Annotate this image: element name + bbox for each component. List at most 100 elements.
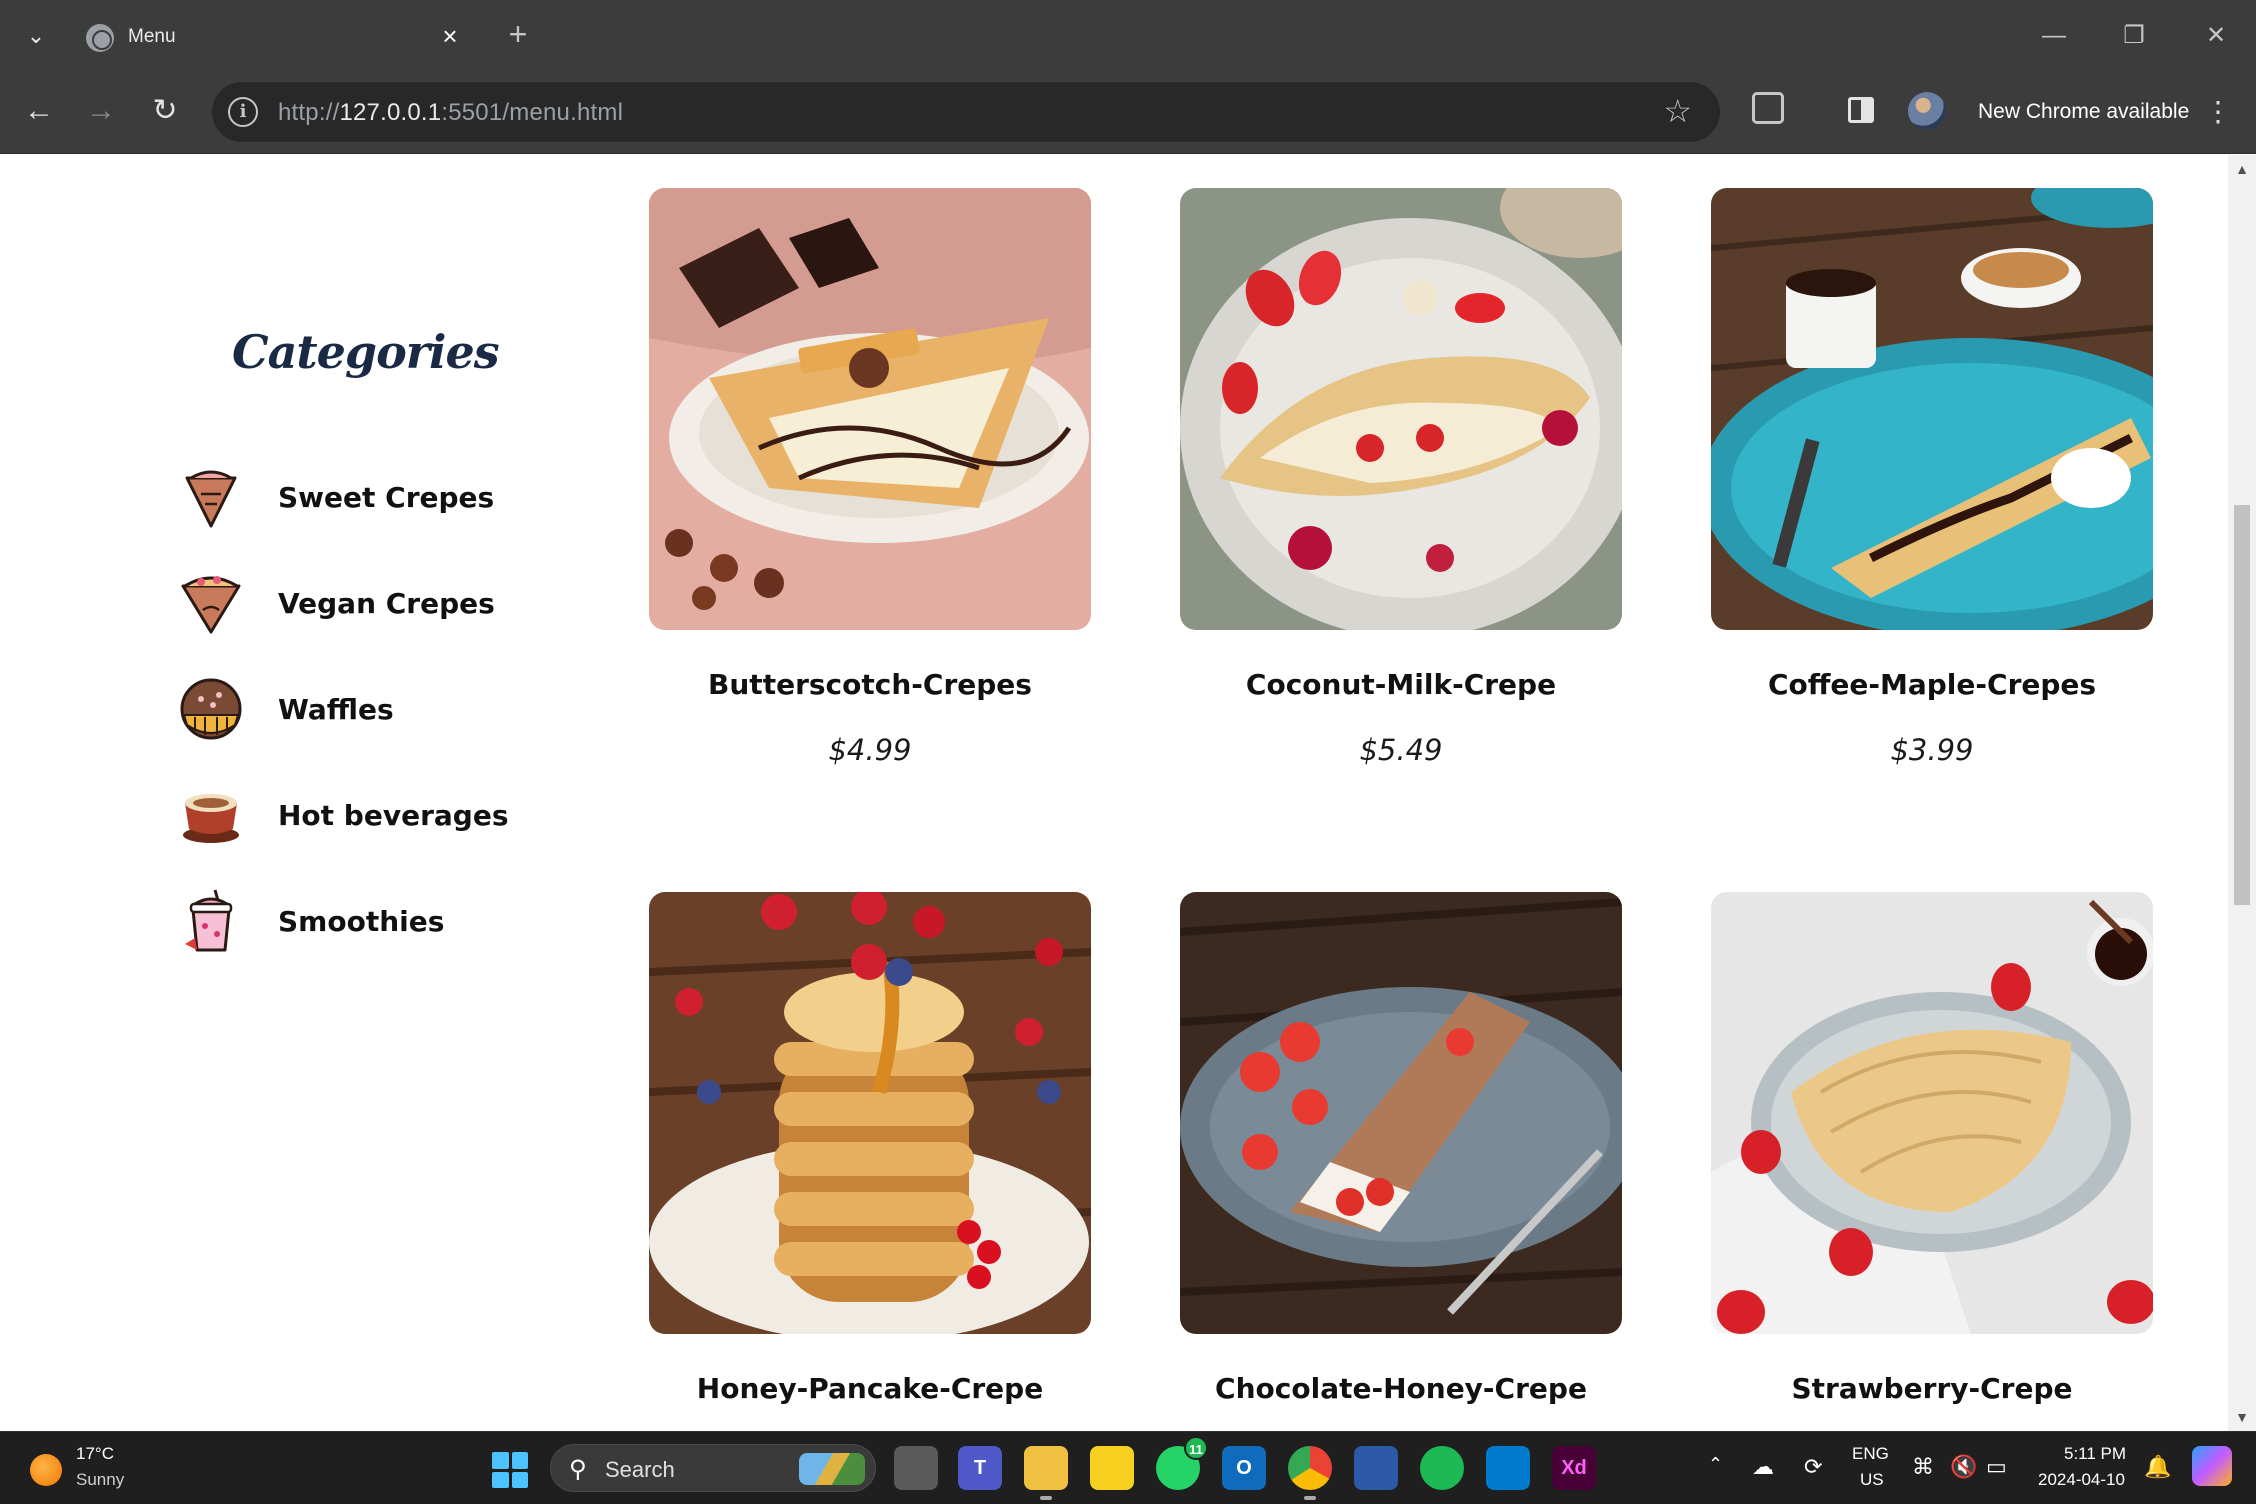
category-label: Vegan Crepes	[278, 586, 495, 620]
url-text[interactable]: http://127.0.0.1:5501/menu.html	[278, 99, 623, 127]
sync-icon[interactable]: ⟳	[1804, 1454, 1822, 1480]
weather-description[interactable]: Sunny	[76, 1470, 124, 1490]
task-view-icon[interactable]	[894, 1446, 938, 1490]
sun-weather-icon[interactable]	[30, 1454, 62, 1486]
copilot-icon[interactable]	[2192, 1446, 2232, 1486]
windows-start-icon[interactable]	[492, 1452, 528, 1488]
chrome-menu-icon[interactable]: ⋮	[2200, 90, 2236, 134]
reload-icon[interactable]: ↻	[142, 88, 188, 134]
vegan-crepe-icon	[178, 570, 244, 636]
show-hidden-icons-chevron-icon[interactable]: ⌃	[1708, 1454, 1723, 1475]
scroll-thumb[interactable]	[2234, 505, 2250, 905]
globe-icon	[86, 24, 114, 52]
tab-search-chevron-icon[interactable]: ⌄	[18, 18, 54, 54]
outlook-icon[interactable]: O	[1222, 1446, 1266, 1490]
clock-time[interactable]: 5:11 PM	[2064, 1444, 2126, 1464]
back-arrow-icon[interactable]: ←	[16, 88, 62, 134]
product-card[interactable]: Coffee-Maple-Crepes $3.99	[1711, 188, 2153, 767]
category-waffles[interactable]: Waffles	[178, 674, 394, 744]
side-panel-icon[interactable]	[1848, 97, 1874, 123]
menu-page: Categories Sweet Crepes Vegan Crepes Waf…	[0, 155, 2228, 1431]
category-vegan-crepes[interactable]: Vegan Crepes	[178, 568, 495, 638]
product-name: Coffee-Maple-Crepes	[1767, 668, 2097, 701]
page-scrollbar[interactable]: ▲ ▼	[2228, 155, 2256, 1431]
scroll-down-arrow-icon[interactable]: ▼	[2228, 1403, 2256, 1431]
category-hot-beverages[interactable]: Hot beverages	[178, 780, 508, 850]
browser-toolbar: ← → ↻ i http://127.0.0.1:5501/menu.html …	[0, 72, 2256, 154]
wifi-icon[interactable]: ⌘	[1912, 1454, 1934, 1480]
category-label: Sweet Crepes	[278, 480, 495, 514]
new-tab-plus-icon[interactable]: +	[500, 16, 536, 52]
spotify-icon[interactable]	[1420, 1446, 1464, 1490]
weather-temperature[interactable]: 17°C	[76, 1444, 114, 1464]
product-card[interactable]: Honey-Pancake-Crepe	[649, 892, 1091, 1405]
category-smoothies[interactable]: Smoothies	[178, 886, 444, 956]
tab-close-icon[interactable]: ×	[434, 20, 466, 52]
coffee-maple-crepes-image[interactable]	[1711, 188, 2153, 630]
coffee-cup-icon	[178, 782, 244, 848]
product-name: Coconut-Milk-Crepe	[1245, 668, 1557, 701]
category-label: Smoothies	[278, 904, 445, 938]
clock-date[interactable]: 2024-04-10	[2038, 1470, 2125, 1490]
chrome-icon[interactable]	[1288, 1446, 1332, 1500]
language-indicator-top[interactable]: ENG	[1852, 1444, 1889, 1464]
battery-icon[interactable]: ▭	[1986, 1454, 2007, 1480]
windows-taskbar: 17°C Sunny ⚲ Search T 11 O Xd ⌃ ☁ ⟳ ENG …	[0, 1431, 2256, 1504]
whatsapp-icon[interactable]: 11	[1156, 1436, 1208, 1490]
product-name: Butterscotch-Crepes	[708, 668, 1032, 701]
product-name: Honey-Pancake-Crepe	[696, 1372, 1044, 1405]
chocolate-honey-crepe-image[interactable]	[1180, 892, 1622, 1334]
running-indicator	[1040, 1496, 1052, 1500]
virtualbox-icon[interactable]	[1354, 1446, 1398, 1490]
product-card[interactable]: Chocolate-Honey-Crepe	[1180, 892, 1622, 1405]
crepe-icon	[178, 464, 244, 530]
running-indicator	[1304, 1496, 1316, 1500]
file-explorer-icon[interactable]	[1024, 1446, 1068, 1500]
category-sweet-crepes[interactable]: Sweet Crepes	[178, 462, 494, 532]
product-card[interactable]: Strawberry-Crepe	[1711, 892, 2153, 1405]
product-card[interactable]: Coconut-Milk-Crepe $5.49	[1180, 188, 1622, 767]
profile-avatar[interactable]	[1908, 92, 1946, 130]
close-window-icon[interactable]: ✕	[2196, 16, 2236, 56]
tab-title: Menu	[128, 26, 176, 47]
waffle-icon	[178, 676, 244, 742]
product-price: $4.99	[828, 733, 912, 767]
browser-tab[interactable]: Menu ×	[70, 10, 480, 72]
category-label: Hot beverages	[278, 798, 509, 832]
minimize-icon[interactable]: —	[2034, 16, 2074, 56]
browser-titlebar: ⌄ Menu × + — ❐ ✕	[0, 0, 2256, 72]
search-placeholder: Search	[605, 1457, 675, 1482]
teams-icon[interactable]: T	[958, 1446, 1002, 1490]
search-highlight-icon	[799, 1453, 865, 1485]
categories-heading: Categories	[232, 325, 500, 379]
product-name: Strawberry-Crepe	[1791, 1372, 2073, 1405]
taskbar-search-box[interactable]: ⚲ Search	[550, 1444, 876, 1492]
sticky-notes-icon[interactable]	[1090, 1446, 1134, 1490]
coconut-milk-crepe-image[interactable]	[1180, 188, 1622, 630]
product-card[interactable]: Butterscotch-Crepes $4.99	[649, 188, 1091, 767]
search-icon: ⚲	[569, 1456, 587, 1483]
restore-icon[interactable]: ❐	[2114, 16, 2154, 56]
whatsapp-notification-badge: 11	[1184, 1436, 1208, 1460]
address-bar[interactable]: i http://127.0.0.1:5501/menu.html ☆	[212, 82, 1720, 142]
forward-arrow-icon[interactable]: →	[78, 88, 124, 134]
butterscotch-crepes-image[interactable]	[649, 188, 1091, 630]
extensions-puzzle-icon[interactable]	[1752, 92, 1784, 124]
notification-bell-icon[interactable]: 🔔	[2144, 1454, 2171, 1480]
product-price: $5.49	[1359, 733, 1443, 767]
scroll-up-arrow-icon[interactable]: ▲	[2228, 155, 2256, 183]
onedrive-cloud-icon[interactable]: ☁	[1752, 1454, 1774, 1480]
bookmark-star-icon[interactable]: ☆	[1663, 92, 1692, 130]
product-name: Chocolate-Honey-Crepe	[1215, 1372, 1587, 1405]
site-info-icon[interactable]: i	[228, 97, 258, 127]
url-scheme: http://	[278, 99, 340, 126]
url-path: :5501/menu.html	[441, 99, 624, 126]
language-indicator-bottom[interactable]: US	[1860, 1470, 1884, 1490]
speaker-muted-icon[interactable]: 🔇	[1950, 1454, 1977, 1480]
strawberry-crepe-image[interactable]	[1711, 892, 2153, 1334]
category-label: Waffles	[278, 692, 394, 726]
new-chrome-available-button[interactable]: New Chrome available	[1978, 90, 2189, 134]
vscode-icon[interactable]	[1486, 1446, 1530, 1490]
honey-pancake-crepe-image[interactable]	[649, 892, 1091, 1334]
adobe-xd-icon[interactable]: Xd	[1552, 1446, 1596, 1490]
